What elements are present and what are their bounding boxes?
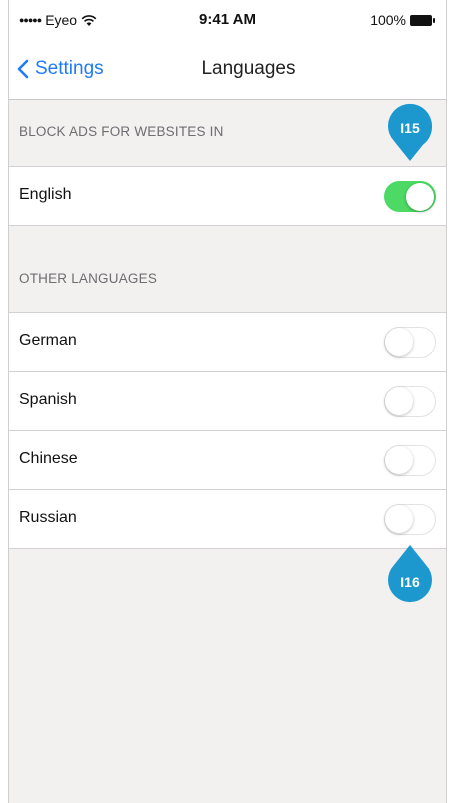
phone-screen: ●●●●● Eyeo 9:41 AM 100% Settings Languag…	[8, 0, 447, 803]
language-label: German	[19, 332, 77, 349]
russian-toggle[interactable]	[384, 504, 436, 535]
section-header-label: OTHER LANGUAGES	[19, 271, 158, 286]
language-label: English	[19, 186, 72, 203]
language-row-english[interactable]: English	[9, 166, 446, 226]
battery-icon	[410, 14, 436, 26]
language-row-russian[interactable]: Russian	[9, 489, 446, 549]
german-toggle[interactable]	[384, 327, 436, 358]
status-bar: ●●●●● Eyeo 9:41 AM 100%	[9, 0, 446, 40]
language-label: Russian	[19, 509, 77, 526]
language-row-chinese[interactable]: Chinese	[9, 430, 446, 489]
annotation-pin-i16: I16	[386, 543, 434, 603]
map-pin-icon	[388, 545, 432, 603]
language-row-german[interactable]: German	[9, 312, 446, 371]
annotation-label: I16	[400, 574, 420, 590]
language-row-spanish[interactable]: Spanish	[9, 371, 446, 430]
page-title: Languages	[201, 58, 296, 79]
spanish-toggle[interactable]	[384, 386, 436, 417]
battery-percent: 100%	[370, 12, 406, 28]
english-toggle[interactable]	[384, 181, 436, 212]
status-right: 100%	[370, 12, 436, 28]
chinese-toggle[interactable]	[384, 445, 436, 476]
language-label: Spanish	[19, 391, 77, 408]
section-header-label: BLOCK ADS FOR WEBSITES IN	[19, 124, 224, 139]
annotation-label: I15	[400, 120, 420, 136]
navigation-bar: Settings Languages	[9, 40, 446, 100]
annotation-pin-i15: I15	[386, 103, 434, 163]
language-label: Chinese	[19, 450, 78, 467]
